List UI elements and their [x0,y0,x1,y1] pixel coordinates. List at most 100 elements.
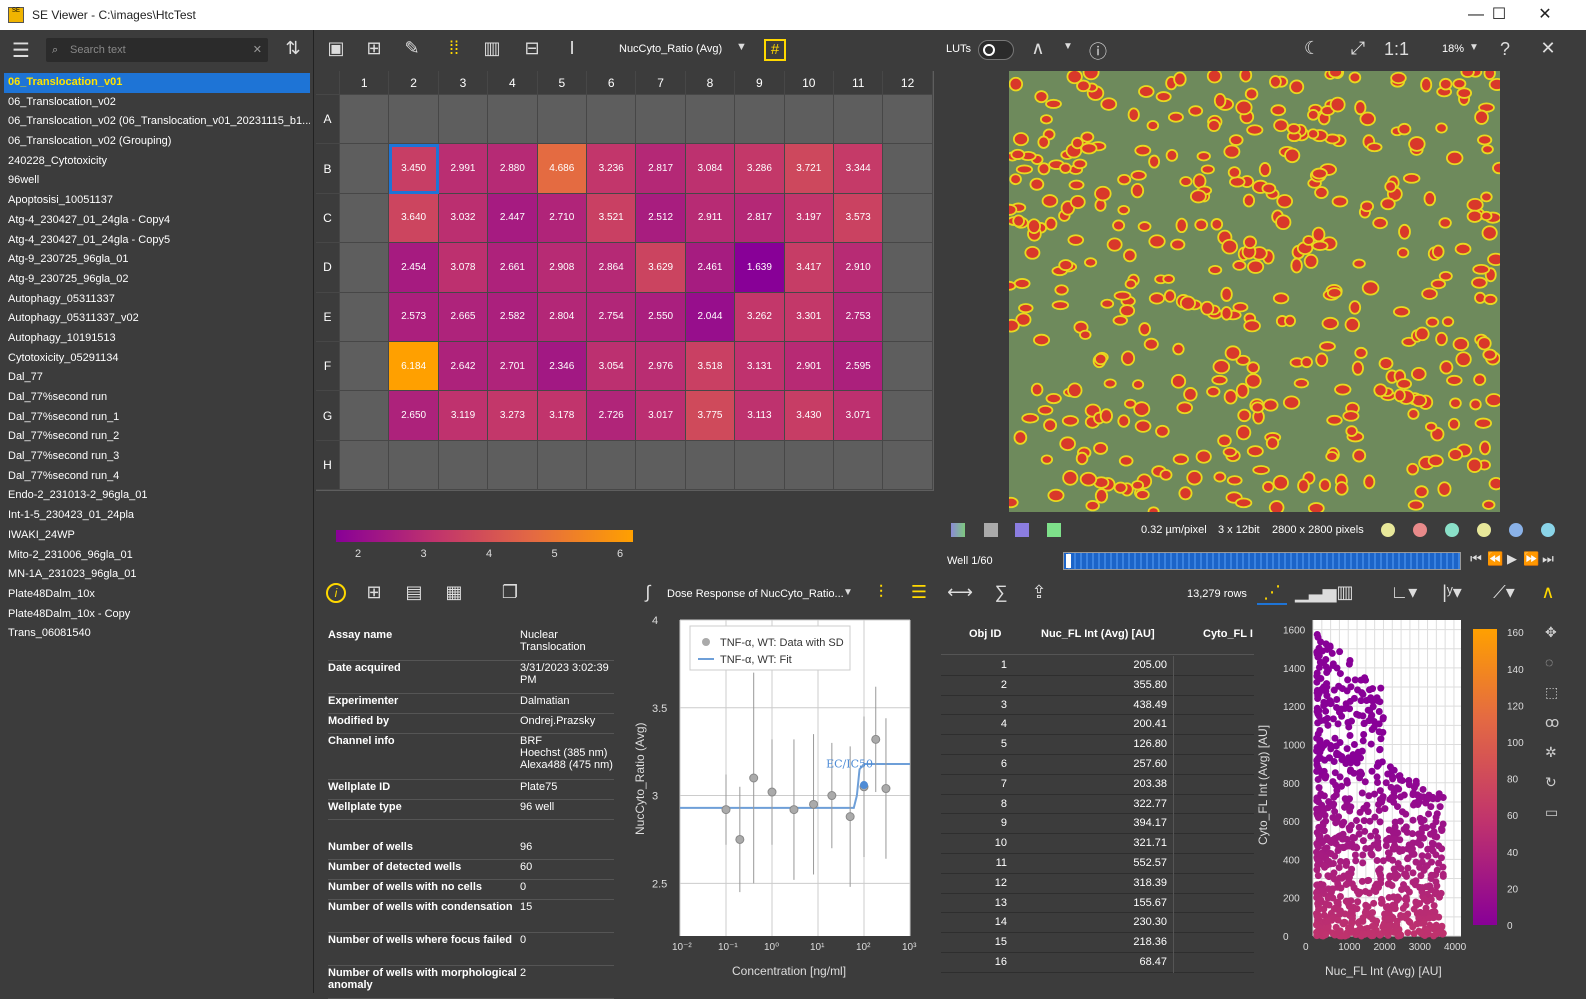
list-item[interactable]: Dal_77%second run_2 [4,427,310,447]
plate-well[interactable]: 3.344 [834,144,884,194]
plate-well[interactable]: 2.991 [438,144,489,194]
plate-well[interactable]: 2.650 [389,391,439,441]
plate-well[interactable]: 3.450 [389,144,439,194]
list-item[interactable]: 06_Translocation_v02 [4,93,310,113]
report-icon[interactable]: ▦ [442,582,466,603]
table-row[interactable]: 7 203.38 [941,774,1254,795]
plate-well[interactable] [883,193,933,244]
color-picker-icon[interactable]: ✎ [400,38,424,59]
play-icon[interactable]: ▶ [1505,551,1519,567]
search-input[interactable]: ⌕ Search text ✕ [46,38,268,62]
plate-well[interactable]: 2.976 [636,342,686,392]
plate-well[interactable]: 3.430 [784,391,834,441]
plate-well[interactable]: 3.262 [735,292,785,342]
show-values-icon[interactable]: # [764,39,786,61]
column-header[interactable]: Cyto_FL I [1203,628,1253,640]
bar-chart-icon[interactable]: ▥ [480,38,504,59]
night-mode-icon[interactable]: ☾ [1300,38,1324,59]
plate-well[interactable]: 3.417 [784,243,834,293]
plate-well[interactable] [438,95,489,145]
plate-well[interactable]: 2.910 [834,243,884,293]
last-well-icon[interactable]: ⏭ [1541,551,1555,567]
table-row[interactable]: 9 394.17 [941,814,1254,835]
table-row[interactable]: 16 68.47 [941,953,1254,973]
column-header[interactable]: 7 [636,71,686,95]
list-item[interactable]: MN-1A_231023_96gla_01 [4,565,310,585]
plate-well[interactable]: 2.595 [834,342,884,392]
plate-well[interactable]: 3.721 [784,144,834,194]
plate-well[interactable]: 3.301 [784,292,834,342]
overlay-lime-icon[interactable] [1477,523,1491,537]
plate-well[interactable]: 2.817 [735,193,785,244]
plate-well[interactable] [587,95,637,145]
plate-well[interactable]: 2.512 [636,193,686,244]
plate-well[interactable]: 2.880 [488,144,538,194]
dose-dropdown[interactable]: Dose Response of NucCyto_Ratio... [667,588,844,600]
plate-well[interactable] [685,440,736,491]
zoom-ratio-button[interactable]: 1:1 [1384,39,1409,60]
plate-well[interactable] [340,292,390,342]
table-row[interactable]: 4 200.41 [941,715,1254,736]
table-row[interactable]: 5 126.80 [941,735,1254,756]
sort-icon[interactable]: ⇅ [280,38,306,59]
plate-well[interactable] [784,95,834,145]
row-header[interactable]: C [316,193,340,244]
plate-well[interactable] [340,342,390,392]
column-header[interactable]: Obj ID [969,628,1001,640]
plate-well[interactable] [735,440,785,491]
bar-plot-icon[interactable]: ▥ [1333,582,1357,603]
column-header[interactable]: 3 [438,71,489,95]
close-button[interactable]: ✕ [1522,4,1568,26]
table-row[interactable]: 12 318.39 [941,873,1254,894]
alexa-channel-icon[interactable] [1047,523,1061,537]
histogram-icon[interactable]: ▁▃▅ [1295,582,1337,603]
plate-layout-icon[interactable]: ⊞ [362,38,386,59]
plate-well[interactable] [883,144,933,194]
image-view-icon[interactable]: ▣ [324,38,348,59]
range-icon[interactable]: Ⅰ [560,38,584,59]
plate-well[interactable]: 2.346 [537,342,587,392]
well-slider[interactable] [1063,552,1461,570]
plate-well[interactable] [883,342,933,392]
expand-width-icon[interactable]: ⟷ [947,582,973,603]
first-well-icon[interactable]: ⏮ [1469,551,1483,567]
overlay-cyan-icon[interactable] [1541,523,1555,537]
plate-well[interactable] [438,440,489,491]
plate-well[interactable] [587,440,637,491]
plate-well[interactable] [784,440,834,491]
fit-screen-icon[interactable]: ⤢ [1346,38,1370,59]
row-header[interactable]: D [316,243,340,293]
copy-icon[interactable]: ❐ [498,582,522,603]
list-item[interactable]: Cytotoxicity_05291134 [4,349,310,369]
table-row[interactable]: 1 205.00 [941,656,1254,676]
plate-well[interactable]: 2.582 [488,292,538,342]
plate-well[interactable]: 3.273 [488,391,538,441]
list-item[interactable]: Atg-9_230725_96gla_02 [4,270,310,290]
column-header[interactable]: 1 [340,71,390,95]
overlay-red-icon[interactable] [1413,523,1427,537]
plate-well[interactable]: 3.629 [636,243,686,293]
table-row[interactable]: 2 355.80 [941,675,1254,696]
list-item[interactable]: IWAKI_24WP [4,526,310,546]
list-item[interactable]: Atg-4_230427_01_24gla - Copy4 [4,211,310,231]
maximize-button[interactable]: ☐ [1476,4,1522,26]
list-item[interactable]: Atg-9_230725_96gla_01 [4,250,310,270]
list-item[interactable]: 06_Translocation_v01 [4,73,310,93]
row-header[interactable]: A [316,95,340,145]
plate-well[interactable] [685,95,736,145]
list-item[interactable]: Plate48Dalm_10x [4,585,310,605]
plate-well[interactable] [834,440,884,491]
list-item[interactable]: Dal_77%second run_4 [4,467,310,487]
list-item[interactable]: Autophagy_05311337_v02 [4,309,310,329]
plate-well[interactable] [883,391,933,441]
list-item[interactable]: Autophagy_05311337 [4,290,310,310]
plate-well[interactable]: 3.071 [834,391,884,441]
grid-icon[interactable]: ⊞ [362,582,386,603]
plate-well[interactable]: 3.178 [537,391,587,441]
plate-well[interactable]: 2.701 [488,342,538,392]
list-item[interactable]: 06_Translocation_v02 (06_Translocation_v… [4,112,310,132]
plate-well[interactable]: 2.726 [587,391,637,441]
column-header[interactable]: 4 [488,71,538,95]
table-row[interactable]: 6 257.60 [941,755,1254,775]
list-item[interactable]: 240228_Cytotoxicity [4,152,310,172]
